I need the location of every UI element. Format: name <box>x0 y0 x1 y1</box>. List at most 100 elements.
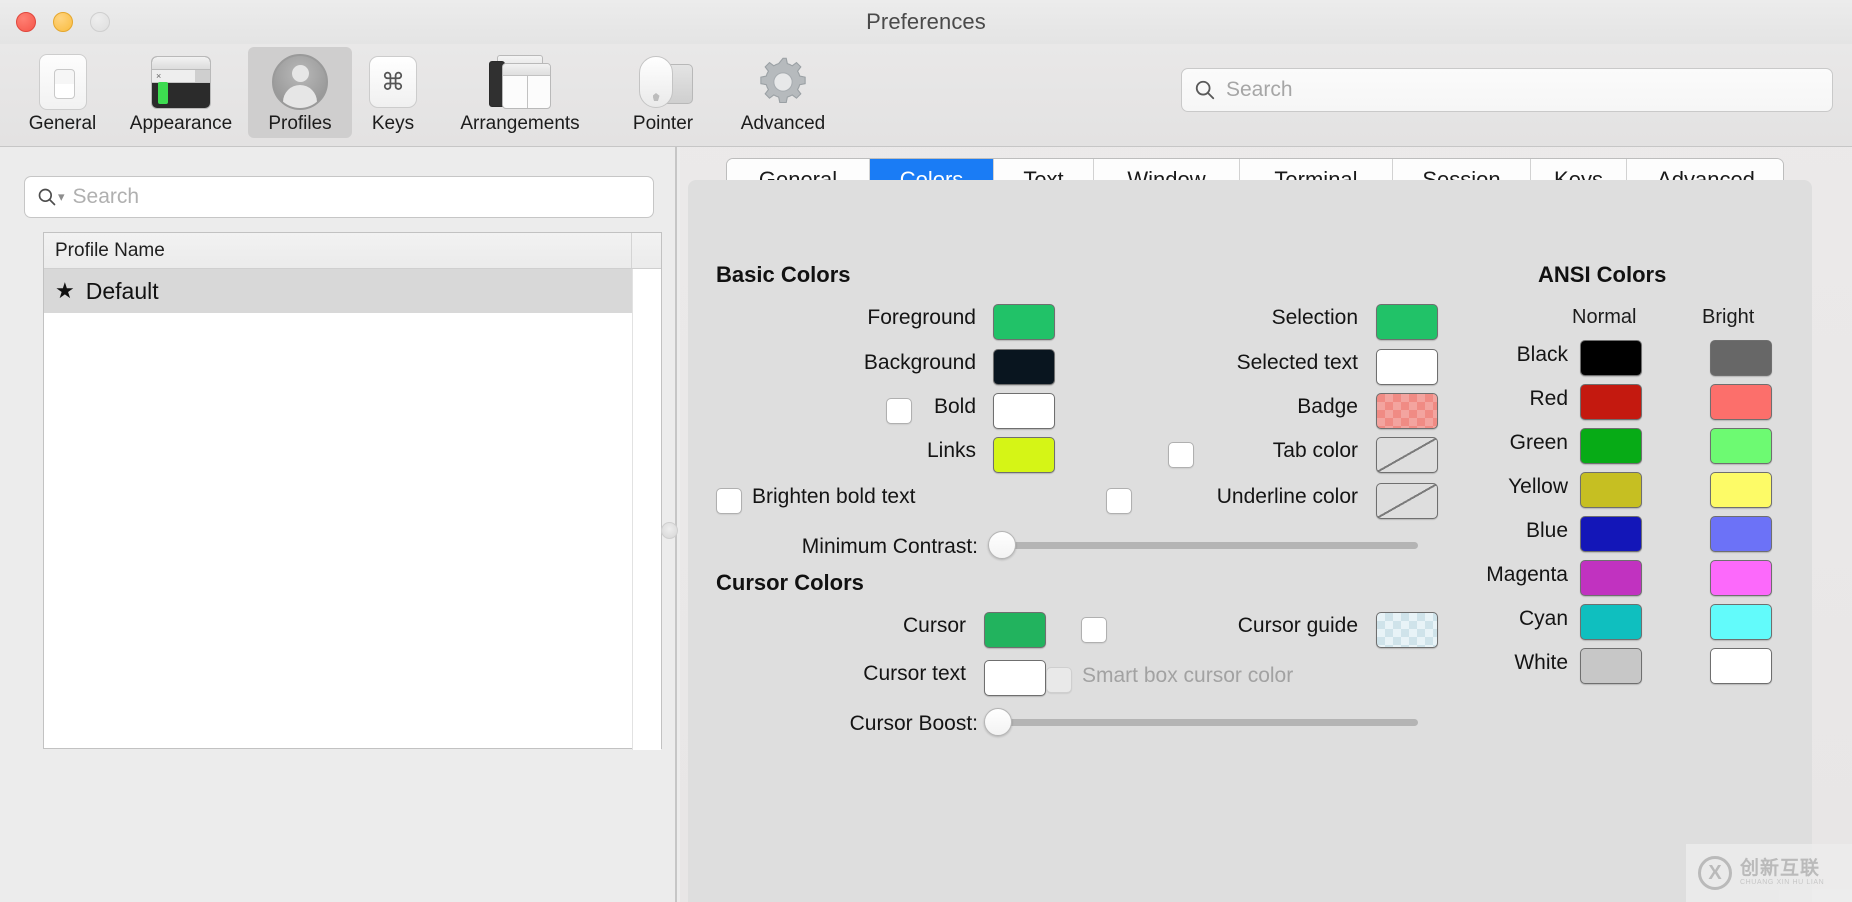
brighten-bold-text-label: Brighten bold text <box>752 485 915 509</box>
cursor-boost-slider[interactable] <box>984 707 1418 737</box>
ansi-label-magenta: Magenta <box>1428 563 1568 587</box>
slider-track <box>996 719 1418 726</box>
toolbar-item-appearance-label: Appearance <box>122 113 240 135</box>
toolbar-search-field[interactable]: Search <box>1181 68 1833 112</box>
ansi-swatch-magenta-bright[interactable] <box>1710 560 1772 596</box>
tab-color-checkbox[interactable] <box>1168 442 1194 468</box>
field-tab-color: Tab color <box>1204 439 1358 463</box>
cursor-text-color-swatch[interactable] <box>984 660 1046 696</box>
cursor-guide-checkbox[interactable] <box>1081 617 1107 643</box>
badge-color-swatch[interactable] <box>1376 393 1438 429</box>
slider-knob[interactable] <box>984 708 1012 736</box>
selection-color-swatch[interactable] <box>1376 304 1438 340</box>
field-cursor-text: Cursor text <box>716 662 966 686</box>
watermark: X 创新互联 CHUANG XIN HU LIAN <box>1686 844 1852 902</box>
toolbar-item-profiles[interactable]: Profiles <box>248 47 352 138</box>
ansi-swatch-black-bright[interactable] <box>1710 340 1772 376</box>
cursor-boost-label: Cursor Boost: <box>850 712 978 736</box>
chevron-down-icon[interactable]: ▾ <box>58 189 65 205</box>
field-selection: Selection <box>1108 306 1358 330</box>
table-row[interactable]: ★ Default <box>44 269 661 313</box>
ansi-swatch-magenta-normal[interactable] <box>1580 560 1642 596</box>
toolbar-item-advanced-label: Advanced <box>729 113 837 135</box>
foreground-color-swatch[interactable] <box>993 304 1055 340</box>
profile-table-header: Profile Name <box>44 233 661 269</box>
cursor-color-swatch[interactable] <box>984 612 1046 648</box>
ansi-swatch-black-normal[interactable] <box>1580 340 1642 376</box>
ansi-swatch-yellow-normal[interactable] <box>1580 472 1642 508</box>
cursor-guide-color-swatch[interactable] <box>1376 612 1438 648</box>
ansi-swatch-white-bright[interactable] <box>1710 648 1772 684</box>
field-cursor-guide: Cursor guide <box>1116 614 1358 638</box>
title-bar: Preferences <box>0 0 1852 44</box>
toolbar-item-keys[interactable]: ⌘ Keys <box>352 47 434 138</box>
toolbar-item-pointer[interactable]: Pointer <box>606 47 720 138</box>
star-icon: ★ <box>55 278 75 304</box>
toolbar-item-advanced[interactable]: Advanced <box>720 47 846 138</box>
profile-table: Profile Name ★ Default <box>43 232 662 749</box>
toolbar-item-general[interactable]: General <box>10 47 115 138</box>
profile-table-scroll-area[interactable] <box>632 269 661 750</box>
colors-settings-card: Basic Colors Foreground Background Bold … <box>688 180 1812 902</box>
column-divider <box>631 233 632 268</box>
field-bold: Bold <box>918 395 976 419</box>
field-brighten-bold-text: Brighten bold text <box>752 485 915 509</box>
profile-name-cell: Default <box>86 278 159 305</box>
ansi-swatch-red-normal[interactable] <box>1580 384 1642 420</box>
slider-track <box>1000 542 1418 549</box>
ansi-swatch-cyan-normal[interactable] <box>1580 604 1642 640</box>
smart-box-cursor-color-checkbox[interactable] <box>1046 667 1072 693</box>
search-icon <box>37 187 57 207</box>
slider-knob[interactable] <box>988 531 1016 559</box>
cursor-colors-heading: Cursor Colors <box>716 570 864 596</box>
profiles-sidebar: ▾ Search Profile Name ★ Default Tags > + <box>0 147 672 902</box>
ansi-swatch-green-normal[interactable] <box>1580 428 1642 464</box>
field-links: Links <box>716 439 976 463</box>
ansi-colors-heading: ANSI Colors <box>1538 262 1666 288</box>
minimum-contrast-slider[interactable] <box>988 530 1418 560</box>
profiles-icon <box>257 53 343 111</box>
splitter-handle[interactable] <box>661 522 678 539</box>
toolbar-item-appearance[interactable]: × Appearance <box>113 47 249 138</box>
tab-color-swatch[interactable] <box>1376 437 1438 473</box>
profile-search-input[interactable]: ▾ Search <box>24 176 654 218</box>
cursor-label: Cursor <box>903 614 966 638</box>
bold-color-swatch[interactable] <box>993 393 1055 429</box>
brighten-bold-text-checkbox[interactable] <box>716 488 742 514</box>
bold-checkbox[interactable] <box>886 398 912 424</box>
appearance-icon: × <box>122 53 240 111</box>
ansi-swatch-yellow-bright[interactable] <box>1710 472 1772 508</box>
underline-color-checkbox[interactable] <box>1106 488 1132 514</box>
selected-text-color-swatch[interactable] <box>1376 349 1438 385</box>
column-header-profile-name[interactable]: Profile Name <box>44 240 165 262</box>
field-minimum-contrast: Minimum Contrast: <box>716 535 978 559</box>
badge-label: Badge <box>1297 395 1358 419</box>
bold-label: Bold <box>934 395 976 419</box>
basic-colors-heading: Basic Colors <box>716 262 851 288</box>
ansi-swatch-blue-bright[interactable] <box>1710 516 1772 552</box>
pane-splitter[interactable] <box>672 147 680 902</box>
arrangements-icon <box>443 53 597 111</box>
background-color-swatch[interactable] <box>993 349 1055 385</box>
tab-color-label: Tab color <box>1273 439 1358 463</box>
ansi-label-black: Black <box>1448 343 1568 367</box>
cursor-text-label: Cursor text <box>863 662 966 686</box>
ansi-swatch-white-normal[interactable] <box>1580 648 1642 684</box>
minimum-contrast-label: Minimum Contrast: <box>802 535 978 559</box>
toolbar-search-placeholder: Search <box>1226 78 1293 102</box>
ansi-swatch-red-bright[interactable] <box>1710 384 1772 420</box>
ansi-swatch-cyan-bright[interactable] <box>1710 604 1772 640</box>
ansi-swatch-blue-normal[interactable] <box>1580 516 1642 552</box>
ansi-label-red: Red <box>1448 387 1568 411</box>
field-foreground: Foreground <box>716 306 976 330</box>
ansi-column-header-bright: Bright <box>1702 306 1754 329</box>
toolbar-item-arrangements[interactable]: Arrangements <box>434 47 606 138</box>
toolbar-item-keys-label: Keys <box>361 113 425 135</box>
ansi-column-header-normal: Normal <box>1572 306 1636 329</box>
watermark-chinese-text: 创新互联 <box>1740 859 1824 879</box>
underline-color-swatch[interactable] <box>1376 483 1438 519</box>
links-color-swatch[interactable] <box>993 437 1055 473</box>
preferences-window: Preferences General × Appearance Profile… <box>0 0 1852 902</box>
toolbar-item-general-label: General <box>19 113 106 135</box>
ansi-swatch-green-bright[interactable] <box>1710 428 1772 464</box>
